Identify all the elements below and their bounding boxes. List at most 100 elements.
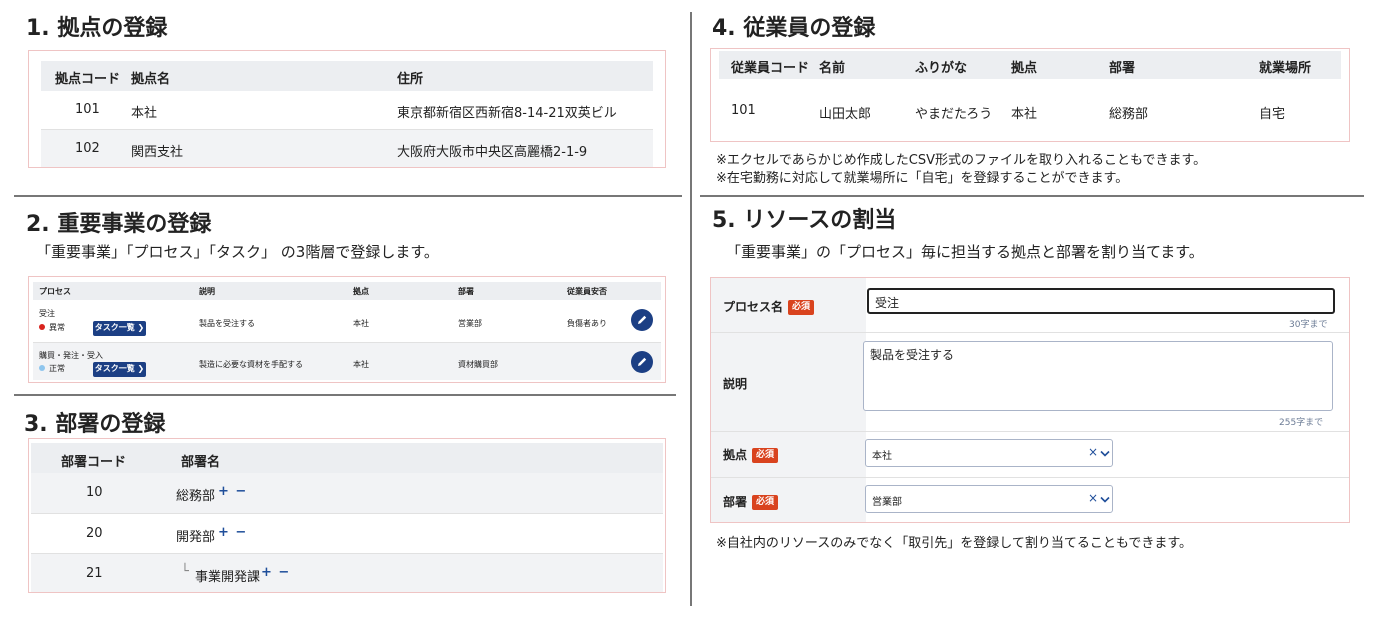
required-badge: 必須 (752, 448, 779, 463)
section-4-title: 4. 従業員の登録 (712, 16, 876, 41)
process-description: 製造に必要な資材を手配する (199, 360, 303, 369)
description-label-cell: 説明 (711, 333, 866, 431)
status-label: 異常 (49, 323, 65, 332)
task-list-button[interactable]: タスク一覧 ❯ (93, 362, 146, 377)
department-code: 20 (86, 526, 103, 541)
add-remove-buttons[interactable]: + − (218, 525, 247, 540)
header-department-code: 部署コード (61, 455, 127, 470)
pencil-icon (638, 315, 647, 324)
divider-2-3 (14, 394, 676, 396)
table-row[interactable]: 10 総務部 + − (31, 473, 663, 513)
header-address: 住所 (397, 72, 424, 87)
table-row: 受注 異常 タスク一覧 ❯ 製品を受注する 本社 営業部 負傷者あり (33, 300, 661, 342)
site-select[interactable]: 本社 × (865, 439, 1113, 467)
department-table-header: 部署コード 部署名 (31, 443, 663, 473)
process-table: プロセス 説明 拠点 部署 従業員安否 受注 異常 タスク一覧 ❯ 製品を受注す… (28, 276, 666, 383)
process-site: 本社 (353, 319, 369, 328)
header-employee-code: 従業員コード (731, 61, 810, 76)
department-code: 21 (86, 566, 103, 581)
department-select-value: 営業部 (872, 497, 902, 508)
process-table-header: プロセス 説明 拠点 部署 従業員安否 (33, 282, 661, 300)
header-process: プロセス (39, 287, 71, 296)
table-row: 購買・発注・受入 正常 タスク一覧 ❯ 製造に必要な資材を手配する 本社 資材購… (33, 342, 661, 380)
header-department-name: 部署名 (181, 455, 221, 470)
header-site-name: 拠点名 (131, 72, 171, 87)
employee-furigana: やまだたろう (915, 107, 993, 122)
table-row[interactable]: 20 開発部 + − (31, 513, 663, 553)
vertical-divider (690, 12, 692, 606)
process-name-label: プロセス名 必須 (723, 298, 815, 315)
header-department: 部署 (1109, 61, 1136, 76)
site-name: 関西支社 (131, 145, 184, 160)
required-badge: 必須 (752, 495, 779, 510)
header-furigana: ふりがな (915, 61, 968, 76)
required-badge: 必須 (788, 300, 815, 315)
site-table-header: 拠点コード 拠点名 住所 (41, 61, 653, 91)
status-label: 正常 (49, 364, 65, 373)
status-dot-normal (39, 365, 45, 371)
site-address: 東京都新宿区西新宿8-14-21双英ビル (397, 106, 617, 121)
process-label-cell: プロセス名 必須 (711, 278, 866, 332)
process-description: 製品を受注する (199, 319, 255, 328)
department-name: 総務部 (176, 489, 216, 504)
divider-4-5 (700, 195, 1364, 197)
header-employee-name: 名前 (819, 61, 846, 76)
process-department: 営業部 (458, 319, 482, 328)
chevron-down-icon[interactable] (1100, 496, 1110, 504)
site-code: 101 (75, 102, 100, 117)
pencil-icon (638, 357, 647, 366)
process-name-input[interactable]: 受注 (867, 288, 1335, 314)
table-row[interactable]: 21 └ 事業開発課 + − (31, 553, 663, 592)
site-label: 拠点 必須 (723, 446, 779, 463)
site-address: 大阪府大阪市中央区高麗橋2-1-9 (397, 145, 588, 160)
status-dot-abnormal (39, 324, 45, 330)
department-select[interactable]: 営業部 × (865, 485, 1113, 513)
table-row[interactable]: 101 本社 東京都新宿区西新宿8-14-21双英ビル (41, 91, 653, 129)
add-remove-buttons[interactable]: + − (218, 484, 247, 499)
edit-button[interactable] (631, 351, 653, 373)
section-1-title: 1. 拠点の登録 (26, 16, 168, 41)
department-table: 部署コード 部署名 10 総務部 + − 20 開発部 + − 21 └ 事業開… (28, 438, 666, 593)
department-name: 事業開発課 (195, 570, 261, 585)
process-name: 受注 (39, 309, 55, 318)
task-list-button[interactable]: タスク一覧 ❯ (93, 321, 146, 336)
site-label-cell: 拠点 必須 (711, 432, 866, 477)
department-label-cell: 部署 必須 (711, 478, 866, 522)
header-department: 部署 (458, 287, 474, 296)
header-site: 拠点 (1011, 61, 1038, 76)
description-label: 説明 (723, 377, 748, 391)
table-row[interactable]: 102 関西支社 大阪府大阪市中央区高麗橋2-1-9 (41, 129, 653, 167)
process-site: 本社 (353, 360, 369, 369)
employee-table: 従業員コード 名前 ふりがな 拠点 部署 就業場所 101 山田太郎 やまだたろ… (710, 48, 1350, 142)
header-employee-safety: 従業員安否 (567, 287, 607, 296)
employee-department: 総務部 (1109, 107, 1149, 122)
table-row[interactable]: 101 山田太郎 やまだたろう 本社 総務部 自宅 (719, 79, 1341, 139)
process-name-counter: 30字まで (1289, 320, 1328, 330)
clear-icon[interactable]: × (1088, 445, 1098, 459)
department-code: 10 (86, 485, 103, 500)
section-2-subtitle: 「重要事業」「プロセス」「タスク」 の3階層で登録します。 (36, 243, 439, 261)
department-label: 部署 必須 (723, 493, 779, 510)
employee-safety: 負傷者あり (567, 319, 607, 328)
supplier-note: ※自社内のリソースのみでなく「取引先」を登録して割り当てることもできます。 (716, 536, 1193, 551)
employee-name: 山田太郎 (819, 107, 872, 122)
employee-site: 本社 (1011, 107, 1038, 122)
section-2-title: 2. 重要事業の登録 (26, 212, 212, 237)
chevron-down-icon[interactable] (1100, 450, 1110, 458)
divider-1-2 (14, 195, 682, 197)
edit-button[interactable] (631, 309, 653, 331)
header-site-code: 拠点コード (55, 72, 121, 87)
employee-work-location: 自宅 (1259, 107, 1286, 122)
employee-code: 101 (731, 103, 756, 118)
site-table: 拠点コード 拠点名 住所 101 本社 東京都新宿区西新宿8-14-21双英ビル… (28, 50, 666, 168)
description-textarea[interactable]: 製品を受注する (863, 341, 1333, 411)
header-work-location: 就業場所 (1259, 61, 1312, 76)
section-3-title: 3. 部署の登録 (24, 412, 166, 437)
employee-table-header: 従業員コード 名前 ふりがな 拠点 部署 就業場所 (719, 51, 1341, 79)
section-5-title: 5. リソースの割当 (712, 208, 897, 233)
process-department: 資材購買部 (458, 360, 498, 369)
site-code: 102 (75, 141, 100, 156)
add-remove-buttons[interactable]: + − (261, 565, 290, 580)
clear-icon[interactable]: × (1088, 491, 1098, 505)
description-counter: 255字まで (1279, 418, 1324, 428)
